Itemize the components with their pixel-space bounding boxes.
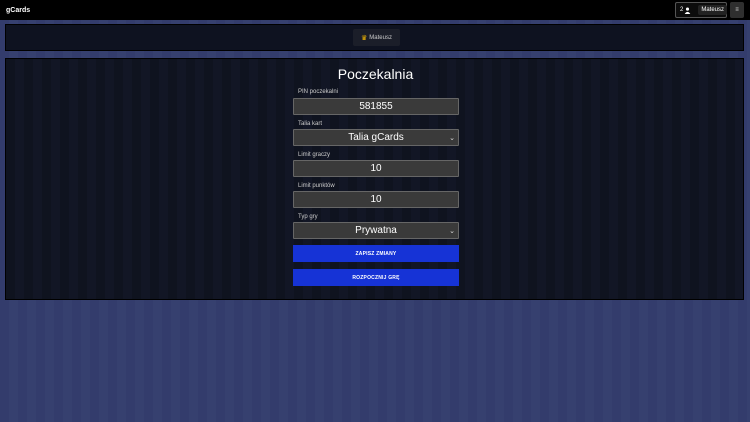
start-game-button[interactable]: ROZPOCZNIJ GRĘ <box>293 269 459 286</box>
username: Mateusz <box>698 5 728 15</box>
game-type-select[interactable]: Prywatna ⌄ <box>293 222 459 239</box>
point-limit-label: Limit punktów <box>298 183 335 189</box>
deck-value: Talia gCards <box>348 132 404 143</box>
pin-value: 581855 <box>359 101 393 112</box>
deck-select[interactable]: Talia gCards ⌄ <box>293 129 459 146</box>
brand-logo[interactable]: gCards <box>6 7 30 14</box>
player-limit-label: Limit graczy <box>298 152 331 158</box>
lobby-panel: Poczekalnia PIN poczekalni 581855 Talia … <box>5 58 744 300</box>
deck-label: Talia kart <box>298 121 323 127</box>
pin-field[interactable]: 581855 <box>293 98 459 115</box>
point-limit-value: 10 <box>370 194 382 205</box>
menu-button[interactable]: ≡ <box>730 2 744 18</box>
player-limit-value: 10 <box>370 163 382 174</box>
user-icon <box>685 7 691 14</box>
menu-icon: ≡ <box>735 7 739 13</box>
chevron-down-icon: ⌄ <box>449 228 455 235</box>
game-type-label: Typ gry <box>298 214 318 220</box>
players-panel: ♛ Mateusz <box>5 24 744 51</box>
player-limit-field[interactable]: 10 <box>293 160 459 177</box>
pin-label: PIN poczekalni <box>298 89 339 95</box>
player-count-value: 2 <box>680 7 684 13</box>
user-box[interactable]: 2 Mateusz <box>675 2 728 18</box>
crown-icon: ♛ <box>361 34 368 42</box>
player-chip: ♛ Mateusz <box>353 29 400 46</box>
top-navbar: gCards 2 Mateusz ≡ <box>0 0 750 20</box>
game-type-value: Prywatna <box>355 225 397 236</box>
save-button[interactable]: ZAPISZ ZMIANY <box>293 245 459 262</box>
page-title: Poczekalnia <box>337 66 414 82</box>
point-limit-field[interactable]: 10 <box>293 191 459 208</box>
player-name: Mateusz <box>369 34 392 41</box>
chevron-down-icon: ⌄ <box>449 135 455 142</box>
player-count: 2 <box>680 7 691 14</box>
